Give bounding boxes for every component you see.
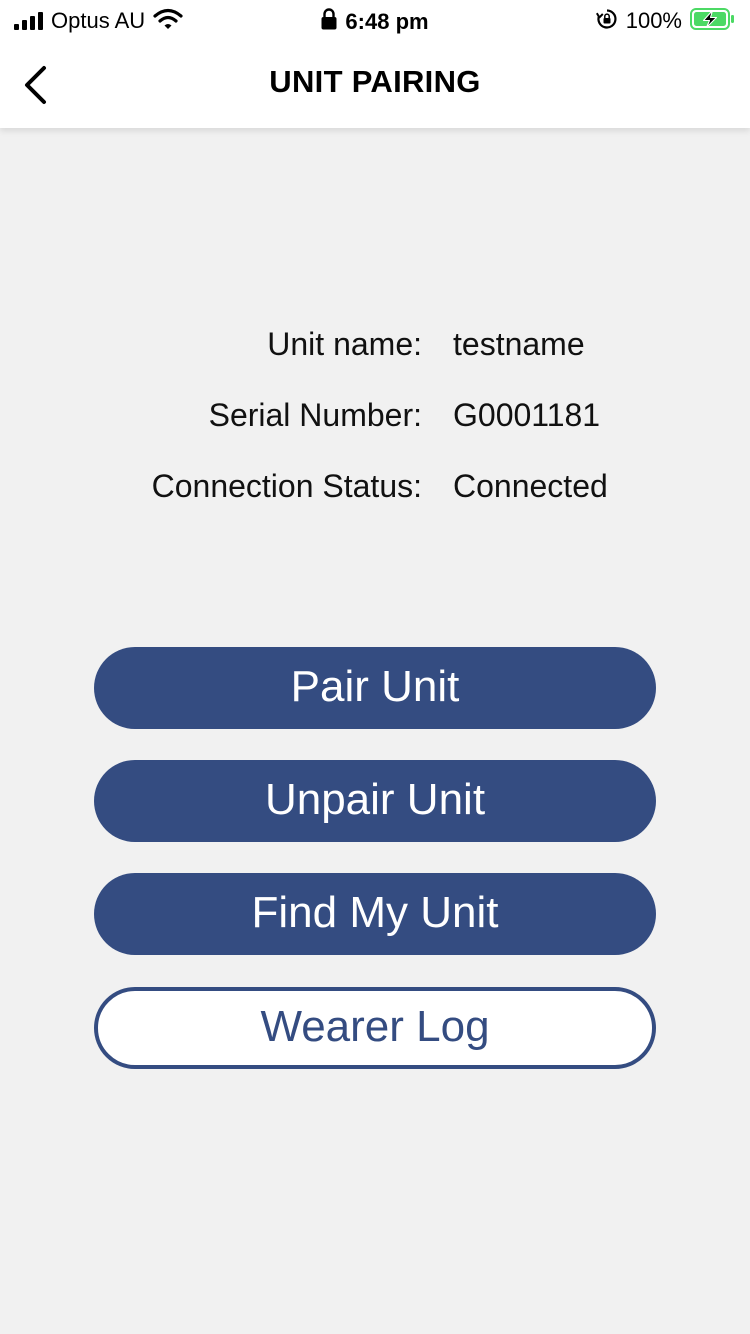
battery-percent: 100%: [625, 8, 682, 33]
status-bar: Optus AU 6:48 pm 100%: [0, 0, 750, 42]
lock-icon: [321, 8, 337, 35]
serial-number-row: Serial Number: G0001181: [0, 397, 750, 441]
serial-number-label: Serial Number:: [208, 397, 422, 433]
unit-name-value: testname: [453, 326, 585, 362]
serial-number-value: G0001181: [453, 397, 601, 433]
unit-name-row: Unit name: testname: [0, 326, 750, 370]
connection-status-value: Connected: [453, 468, 608, 504]
status-time: 6:48 pm: [345, 8, 429, 34]
connection-status-row: Connection Status: Connected: [0, 468, 750, 512]
unpair-unit-button[interactable]: Unpair Unit: [94, 760, 656, 842]
unit-name-label: Unit name:: [267, 326, 422, 362]
unit-pairing-screen: Optus AU 6:48 pm 100% UNIT PAIRING Unit …: [0, 0, 750, 1334]
pair-unit-button[interactable]: Pair Unit: [94, 647, 656, 729]
nav-bar: UNIT PAIRING: [0, 42, 750, 128]
wearer-log-button[interactable]: Wearer Log: [94, 987, 656, 1069]
status-right: 100%: [595, 7, 736, 36]
orientation-lock-icon: [595, 8, 618, 35]
find-my-unit-button[interactable]: Find My Unit: [94, 873, 656, 955]
page-title: UNIT PAIRING: [269, 64, 481, 99]
battery-charging-icon: [690, 7, 736, 36]
connection-status-label: Connection Status:: [151, 468, 422, 504]
